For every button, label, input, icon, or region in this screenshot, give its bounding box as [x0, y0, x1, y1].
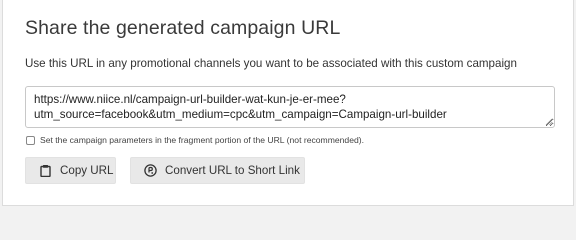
convert-short-link-label: Convert URL to Short Link: [165, 164, 300, 177]
copy-url-button[interactable]: Copy URL: [25, 157, 116, 184]
fragment-checkbox[interactable]: [26, 135, 35, 145]
url-line-1: https://www.niice.nl/campaign-url-builde…: [34, 93, 346, 106]
share-url-panel: Share the generated campaign URL Use thi…: [2, 0, 574, 206]
panel-title: Share the generated campaign URL: [25, 17, 341, 39]
convert-short-link-button[interactable]: Convert URL to Short Link: [130, 157, 305, 184]
panel-description: Use this URL in any promotional channels…: [25, 57, 517, 70]
generated-url-textarea[interactable]: https://www.niice.nl/campaign-url-builde…: [25, 86, 555, 128]
resize-handle-icon[interactable]: [545, 118, 552, 125]
clipboard-icon: [39, 164, 52, 177]
fragment-checkbox-label: Set the campaign parameters in the fragm…: [40, 135, 365, 145]
copy-url-label: Copy URL: [60, 164, 114, 177]
url-line-2: utm_source=facebook&utm_medium=cpc&utm_c…: [34, 108, 447, 121]
fragment-option-row[interactable]: Set the campaign parameters in the fragm…: [26, 135, 364, 145]
link-icon: [144, 164, 157, 177]
